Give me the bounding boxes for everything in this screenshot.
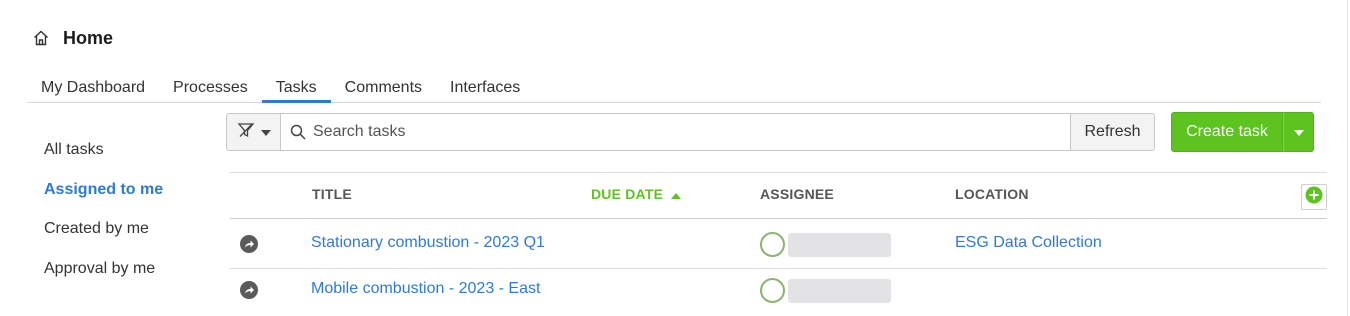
- page-title: Home: [63, 27, 114, 48]
- task-share-icon: [239, 234, 259, 254]
- avatar: [760, 232, 785, 257]
- column-header-assignee[interactable]: ASSIGNEE: [760, 186, 834, 202]
- create-task-button[interactable]: Create task: [1171, 112, 1283, 152]
- task-location-link[interactable]: ESG Data Collection: [955, 234, 1102, 252]
- tab-processes[interactable]: Processes: [159, 74, 262, 102]
- task-sidebar: All tasks Assigned to me Created by me A…: [44, 140, 204, 298]
- sidebar-item-all-tasks[interactable]: All tasks: [44, 140, 204, 160]
- refresh-button[interactable]: Refresh: [1070, 113, 1155, 151]
- task-title-link[interactable]: Mobile combustion - 2023 - East: [311, 280, 540, 298]
- assignee-cell[interactable]: [760, 278, 891, 303]
- task-toolbar: Refresh: [226, 113, 1155, 151]
- table-row[interactable]: Mobile combustion - 2023 - East: [230, 269, 1327, 316]
- column-header-location[interactable]: LOCATION: [955, 186, 1029, 202]
- tab-comments[interactable]: Comments: [331, 74, 436, 102]
- task-share-icon: [239, 280, 259, 300]
- filter-icon: [237, 121, 255, 144]
- table-row[interactable]: Stationary combustion - 2023 Q1 ESG Data…: [230, 219, 1327, 269]
- chevron-down-icon: [1293, 123, 1304, 141]
- tasks-table: TITLE DUE DATE ASSIGNEE LOCATION Station…: [230, 172, 1327, 316]
- column-header-due-date-label: DUE DATE: [591, 186, 664, 202]
- page-header: Home: [32, 26, 113, 50]
- tab-my-dashboard[interactable]: My Dashboard: [27, 74, 159, 102]
- sidebar-item-approval-by-me[interactable]: Approval by me: [44, 259, 204, 279]
- sidebar-item-assigned-to-me[interactable]: Assigned to me: [44, 180, 204, 200]
- home-icon: [32, 29, 50, 47]
- search-icon: [290, 124, 306, 140]
- main-tabs: My Dashboard Processes Tasks Comments In…: [27, 74, 1321, 103]
- assignee-name-redacted: [788, 278, 891, 303]
- task-title-link[interactable]: Stationary combustion - 2023 Q1: [311, 234, 545, 252]
- search-box: [280, 113, 1070, 151]
- column-header-title[interactable]: TITLE: [312, 186, 352, 202]
- create-task-options-button[interactable]: [1283, 112, 1314, 152]
- avatar: [760, 278, 785, 303]
- chevron-down-icon: [260, 123, 271, 141]
- right-border: [1347, 0, 1348, 316]
- tab-tasks[interactable]: Tasks: [261, 74, 331, 103]
- tab-interfaces[interactable]: Interfaces: [436, 74, 534, 102]
- sidebar-item-created-by-me[interactable]: Created by me: [44, 219, 204, 239]
- search-input[interactable]: [313, 123, 1053, 141]
- table-header: TITLE DUE DATE ASSIGNEE LOCATION: [230, 172, 1327, 219]
- add-column-button[interactable]: [1301, 184, 1327, 210]
- filter-dropdown-button[interactable]: [226, 113, 280, 151]
- assignee-name-redacted: [788, 232, 891, 257]
- column-header-due-date[interactable]: DUE DATE: [591, 186, 682, 202]
- plus-circle-icon: [1305, 186, 1323, 209]
- assignee-cell[interactable]: [760, 232, 891, 257]
- sort-ascending-icon: [671, 186, 682, 202]
- create-task-group: Create task: [1171, 112, 1314, 152]
